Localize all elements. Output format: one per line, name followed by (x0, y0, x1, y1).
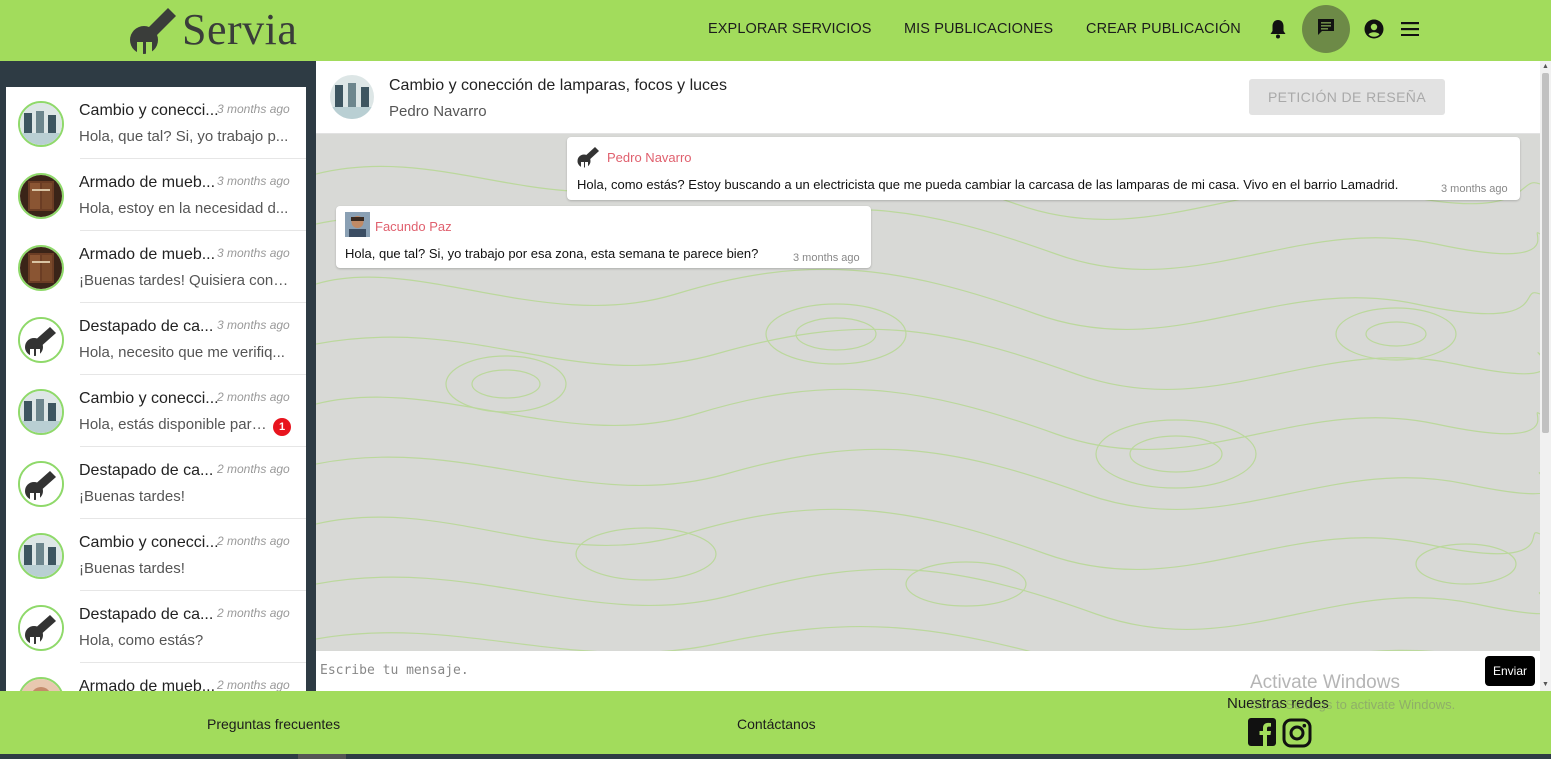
user-avatar (345, 212, 370, 237)
conversation-item[interactable]: Armado de mueb... 3 months ago Hola, est… (6, 159, 306, 231)
conversation-time: 3 months ago (217, 318, 290, 332)
conversation-time: 2 months ago (217, 606, 290, 620)
wrench-logo-icon (128, 4, 180, 54)
chat-header: Cambio y conección de lamparas, focos y … (316, 61, 1540, 134)
conversation-time: 3 months ago (217, 246, 290, 260)
page-scrollbar[interactable]: ▲ ▼ (1540, 61, 1551, 691)
instagram-icon[interactable] (1282, 718, 1312, 753)
conversation-item[interactable]: Cambio y conecci... 2 months ago ¡Buenas… (6, 519, 306, 591)
windows-watermark-subtitle: Go to Settings to activate Windows. (1250, 697, 1456, 712)
conversation-avatar (18, 317, 64, 363)
conversation-item[interactable]: Armado de mueb... 2 months ago (6, 663, 306, 691)
conversation-preview: ¡Buenas tardes! Quisiera contr... (79, 272, 289, 289)
conversation-avatar (18, 605, 64, 651)
conversation-time: 3 months ago (217, 102, 290, 116)
send-button[interactable]: Enviar (1485, 656, 1535, 686)
request-review-button[interactable]: PETICIÓN DE RESEÑA (1249, 79, 1445, 115)
conversation-time: 3 months ago (217, 174, 290, 188)
conversation-avatar (18, 461, 64, 507)
facebook-icon[interactable] (1248, 718, 1276, 751)
conversation-time: 2 months ago (217, 678, 290, 691)
conversation-item[interactable]: Armado de mueb... 3 months ago ¡Buenas t… (6, 231, 306, 303)
conversation-avatar (18, 389, 64, 435)
conversation-preview: Hola, estoy en la necesidad d... (79, 200, 289, 217)
bottom-bar-segment (298, 754, 346, 759)
brand-logo[interactable]: Servia (128, 4, 297, 54)
conversation-item[interactable]: Cambio y conecci... 2 months ago Hola, e… (6, 375, 306, 447)
bottom-bar (0, 754, 1551, 759)
conversation-avatar (18, 533, 64, 579)
bell-icon[interactable] (1268, 19, 1288, 39)
chat-avatar (330, 75, 374, 119)
unread-badge: 1 (273, 418, 291, 436)
scroll-up-icon[interactable]: ▲ (1540, 61, 1551, 72)
conversation-preview: Hola, como estás? (79, 632, 204, 649)
conversation-title: Destapado de ca... (79, 462, 214, 479)
nav-mis-publicaciones[interactable]: MIS PUBLICACIONES (904, 21, 1053, 37)
conversation-title: Cambio y conecci... (79, 102, 219, 119)
conversation-title: Destapado de ca... (79, 318, 214, 335)
conversation-item[interactable]: Destapado de ca... 3 months ago Hola, ne… (6, 303, 306, 375)
conversation-preview: ¡Buenas tardes! (79, 488, 185, 505)
scroll-thumb[interactable] (1542, 73, 1549, 433)
conversation-title: Armado de mueb... (79, 246, 216, 263)
chat-title: Cambio y conección de lamparas, focos y … (389, 77, 727, 94)
conversation-preview: Hola, que tal? Si, yo trabajo p... (79, 128, 289, 145)
account-icon[interactable] (1364, 19, 1384, 39)
message-time: 3 months ago (1441, 183, 1508, 195)
nav-crear-publicacion[interactable]: CREAR PUBLICACIÓN (1086, 21, 1241, 37)
conversation-item[interactable]: Destapado de ca... 2 months ago Hola, co… (6, 591, 306, 663)
message-author: Facundo Paz (375, 219, 452, 234)
message-bubble: Pedro Navarro Hola, como estás? Estoy bu… (567, 137, 1520, 200)
conversation-title: Cambio y conecci... (79, 534, 219, 551)
message-bubble: Facundo Paz Hola, que tal? Si, yo trabaj… (336, 206, 871, 268)
top-header: Servia EXPLORAR SERVICIOS MIS PUBLICACIO… (0, 0, 1551, 61)
windows-watermark-title: Activate Windows (1250, 672, 1400, 693)
chat-icon (1316, 17, 1336, 42)
scroll-down-icon[interactable]: ▼ (1540, 679, 1551, 690)
message-author: Pedro Navarro (607, 150, 692, 165)
conversation-time: 2 months ago (217, 462, 290, 476)
conversation-preview: Hola, estás disponible para... (79, 416, 269, 433)
conversation-preview: Hola, necesito que me verifiq... (79, 344, 285, 361)
contact-link[interactable]: Contáctanos (737, 716, 816, 732)
conversation-title: Cambio y conecci... (79, 390, 219, 407)
message-time: 3 months ago (793, 252, 860, 264)
message-area: Pedro Navarro Hola, como estás? Estoy bu… (316, 134, 1540, 651)
menu-icon[interactable] (1400, 21, 1420, 37)
conversation-preview: ¡Buenas tardes! (79, 560, 185, 577)
conversation-title: Armado de mueb... (79, 678, 216, 691)
brand-name: Servia (182, 4, 298, 54)
conversation-title: Destapado de ca... (79, 606, 214, 623)
nav-explorar-servicios[interactable]: EXPLORAR SERVICIOS (708, 21, 872, 37)
chat-subtitle: Pedro Navarro (389, 103, 487, 120)
conversation-avatar (18, 677, 64, 691)
message-text: Hola, que tal? Si, yo trabajo por esa zo… (345, 246, 759, 261)
conversations-sidebar: Cambio y conecci... 3 months ago Hola, q… (0, 61, 316, 691)
conversation-item[interactable]: Destapado de ca... 2 months ago ¡Buenas … (6, 447, 306, 519)
conversation-time: 2 months ago (217, 390, 290, 404)
message-text: Hola, como estás? Estoy buscando a un el… (577, 177, 1399, 192)
chat-button[interactable] (1302, 5, 1350, 53)
chat-panel: Cambio y conección de lamparas, focos y … (316, 61, 1540, 691)
wrench-avatar-icon (576, 144, 602, 173)
conversation-time: 2 months ago (217, 534, 290, 548)
conversation-title: Armado de mueb... (79, 174, 216, 191)
faq-link[interactable]: Preguntas frecuentes (207, 716, 340, 732)
conversation-avatar (18, 245, 64, 291)
conversation-avatar (18, 101, 64, 147)
conversation-list: Cambio y conecci... 3 months ago Hola, q… (6, 87, 306, 691)
conversation-item[interactable]: Cambio y conecci... 3 months ago Hola, q… (6, 87, 306, 159)
conversation-avatar (18, 173, 64, 219)
